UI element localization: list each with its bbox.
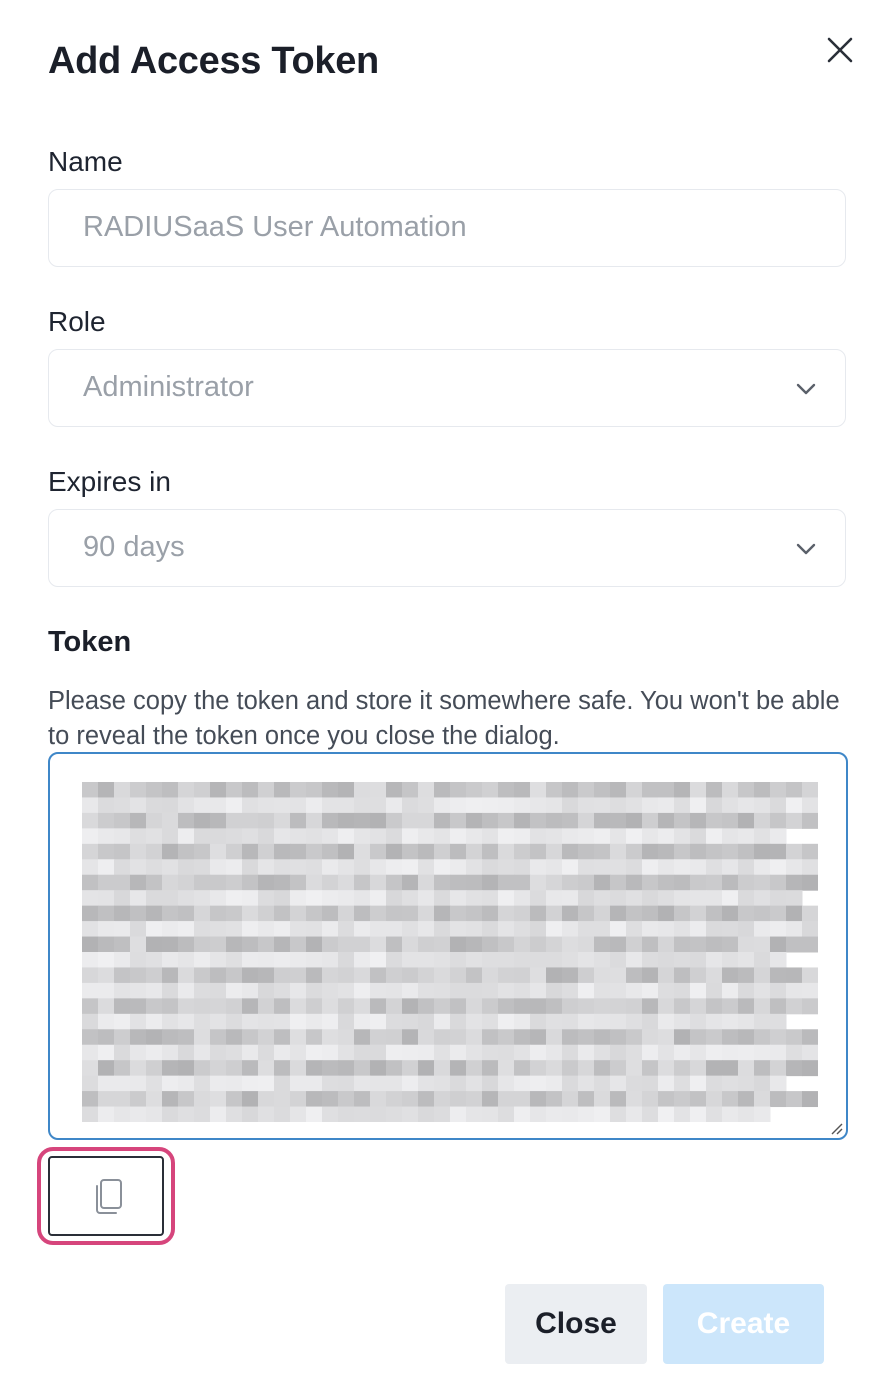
close-x-icon[interactable] xyxy=(822,32,858,68)
chevron-down-icon xyxy=(796,383,816,395)
token-textarea[interactable] xyxy=(48,752,848,1140)
token-help-text: Please copy the token and store it somew… xyxy=(48,687,840,750)
chevron-down-icon xyxy=(796,543,816,555)
close-button[interactable]: Close xyxy=(505,1284,647,1364)
dialog-title: Add Access Token xyxy=(48,40,379,82)
expires-selected-value: 90 days xyxy=(83,531,185,563)
name-label: Name xyxy=(48,146,123,177)
role-label: Role xyxy=(48,306,106,337)
resize-handle-icon[interactable] xyxy=(828,1120,844,1136)
create-button[interactable]: Create xyxy=(663,1284,824,1364)
token-heading: Token xyxy=(48,626,132,658)
expires-select[interactable]: 90 days xyxy=(48,509,846,587)
copy-icon xyxy=(96,1179,122,1214)
redacted-token-value xyxy=(82,782,818,1122)
role-select[interactable]: Administrator xyxy=(48,349,846,427)
add-access-token-dialog: Add Access Token Name Role Administrator… xyxy=(0,0,894,1394)
name-field[interactable] xyxy=(48,189,846,267)
name-input[interactable] xyxy=(83,190,803,265)
expires-label: Expires in xyxy=(48,466,171,497)
copy-token-button[interactable] xyxy=(48,1156,164,1236)
role-selected-value: Administrator xyxy=(83,371,254,403)
